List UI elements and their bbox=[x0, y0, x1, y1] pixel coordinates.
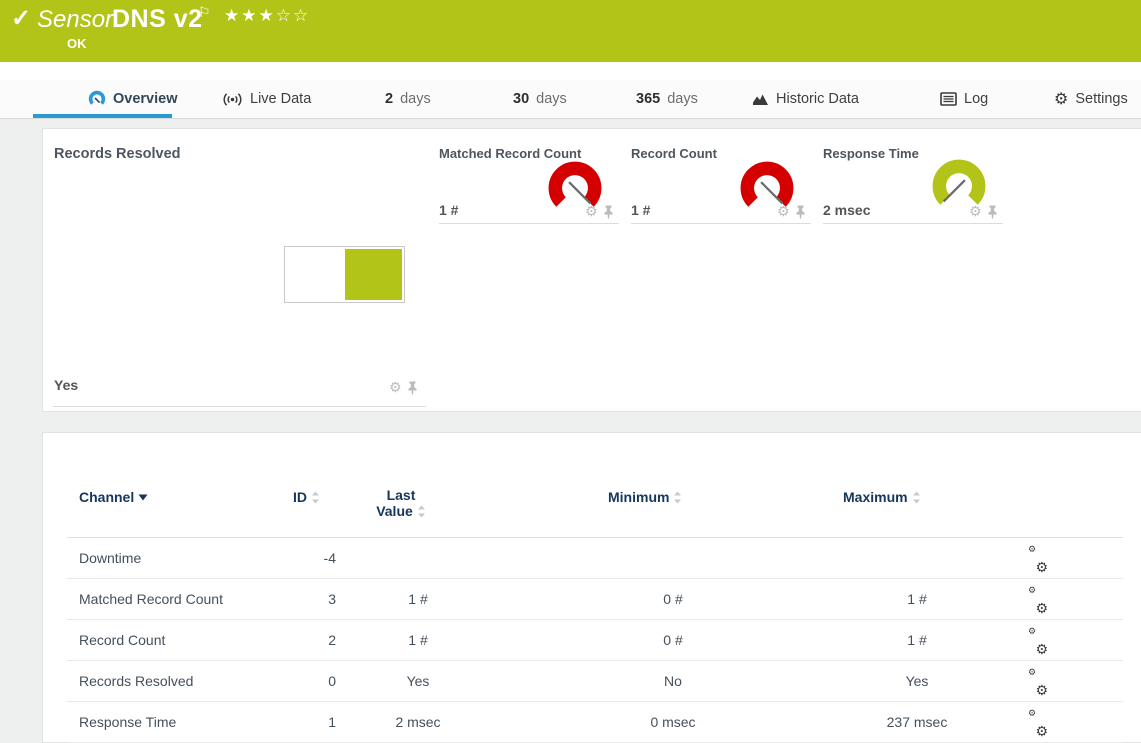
double-gear-icon: ⚙⚙ bbox=[1028, 590, 1048, 609]
cell-last-value: Yes bbox=[348, 661, 488, 701]
table-row[interactable]: Record Count 2 1 # 0 # 1 # ⚙⚙ bbox=[67, 620, 1123, 661]
cell-maximum: Yes bbox=[847, 661, 987, 701]
gauge-underline bbox=[631, 223, 811, 224]
tab-label: Settings bbox=[1075, 91, 1127, 107]
tab-label: Overview bbox=[113, 91, 178, 107]
sensor-type-label: Sensor bbox=[37, 6, 113, 34]
records-resolved-chart bbox=[284, 246, 405, 303]
gear-icon[interactable]: ⚙ bbox=[969, 205, 982, 219]
tab-label: Live Data bbox=[250, 91, 311, 107]
gear-icon[interactable]: ⚙ bbox=[585, 205, 598, 219]
tab-log[interactable]: Log bbox=[940, 80, 988, 118]
cell-id: 3 bbox=[287, 579, 336, 619]
channel-table-panel: Channel ID Last Value Minimum bbox=[42, 432, 1141, 743]
table-row[interactable]: Matched Record Count 3 1 # 0 # 1 # ⚙⚙ bbox=[67, 579, 1123, 620]
chart-green-segment bbox=[345, 249, 402, 300]
overview-panel: Records Resolved Yes ⚙ Matched Record Co… bbox=[42, 128, 1141, 412]
table-row[interactable]: Response Time 1 2 msec 0 msec 237 msec ⚙… bbox=[67, 702, 1123, 743]
status-badge: OK bbox=[67, 36, 87, 51]
cell-channel: Record Count bbox=[79, 620, 165, 660]
cell-minimum: 0 # bbox=[603, 579, 743, 619]
cell-minimum: 0 # bbox=[603, 620, 743, 660]
double-gear-icon: ⚙⚙ bbox=[1028, 713, 1048, 732]
tab-2-days[interactable]: 2days bbox=[385, 80, 431, 118]
gauge-icon bbox=[88, 90, 106, 108]
cell-minimum: 0 msec bbox=[603, 702, 743, 742]
widget-title: Records Resolved bbox=[54, 146, 181, 162]
gauge-title: Record Count bbox=[631, 146, 717, 161]
cell-maximum: 237 msec bbox=[847, 702, 987, 742]
sensor-header: ✓ Sensor DNS v2 ⚐ ★★★☆☆ OK bbox=[0, 0, 1141, 62]
active-tab-indicator bbox=[33, 114, 172, 118]
pin-icon[interactable] bbox=[987, 205, 998, 219]
double-gear-icon: ⚙⚙ bbox=[1028, 549, 1048, 568]
table-row[interactable]: Downtime -4 ⚙⚙ bbox=[67, 538, 1123, 579]
tab-live-data[interactable]: Live Data bbox=[222, 80, 311, 118]
table-row[interactable]: Records Resolved 0 Yes No Yes ⚙⚙ bbox=[67, 661, 1123, 702]
tab-historic-data[interactable]: Historic Data bbox=[752, 80, 859, 118]
pin-icon[interactable] bbox=[795, 205, 806, 219]
cell-id: 2 bbox=[287, 620, 336, 660]
channel-settings-button[interactable]: ⚙⚙ bbox=[1025, 702, 1051, 742]
gauge-title: Response Time bbox=[823, 146, 919, 161]
cell-id: 1 bbox=[287, 702, 336, 742]
tab-overview[interactable]: Overview bbox=[88, 80, 178, 118]
tab-label: Log bbox=[964, 91, 988, 107]
status-ok-icon: ✓ bbox=[11, 4, 31, 33]
cell-channel: Matched Record Count bbox=[79, 579, 223, 619]
cell-channel: Records Resolved bbox=[79, 661, 193, 701]
tab-bar: Overview Live Data 2days 30days 365days … bbox=[0, 80, 1141, 119]
cell-id: -4 bbox=[287, 538, 336, 578]
prtg-sensor-page: ✓ Sensor DNS v2 ⚐ ★★★☆☆ OK Overview Live… bbox=[0, 0, 1141, 743]
double-gear-icon: ⚙⚙ bbox=[1028, 631, 1048, 650]
pin-icon[interactable] bbox=[603, 205, 614, 219]
tab-settings[interactable]: ⚙ Settings bbox=[1054, 80, 1128, 118]
log-icon bbox=[940, 92, 957, 106]
flag-icon[interactable]: ⚐ bbox=[198, 4, 211, 21]
cell-last-value: 1 # bbox=[348, 579, 488, 619]
cell-last-value: 1 # bbox=[348, 620, 488, 660]
gauge-value: 2 msec bbox=[823, 202, 870, 218]
pin-icon[interactable] bbox=[407, 381, 418, 395]
gear-icon[interactable]: ⚙ bbox=[389, 381, 402, 395]
tab-label: Historic Data bbox=[776, 91, 859, 107]
gauge-underline bbox=[439, 223, 619, 224]
gear-icon: ⚙ bbox=[1054, 91, 1068, 107]
priority-stars[interactable]: ★★★☆☆ bbox=[224, 6, 310, 26]
area-chart-icon bbox=[752, 92, 769, 106]
cell-maximum: 1 # bbox=[847, 620, 987, 660]
cell-channel: Downtime bbox=[79, 538, 141, 578]
double-gear-icon: ⚙⚙ bbox=[1028, 672, 1048, 691]
channel-rows: Downtime -4 ⚙⚙ Matched Record Count 3 1 … bbox=[43, 433, 1141, 742]
sensor-title: DNS v2 bbox=[112, 5, 203, 34]
tab-365-days[interactable]: 365days bbox=[636, 80, 698, 118]
cell-last-value: 2 msec bbox=[348, 702, 488, 742]
widget-value: Yes bbox=[54, 377, 78, 393]
gauge-value: 1 # bbox=[439, 202, 458, 218]
widget-underline bbox=[53, 406, 426, 407]
gauge-underline bbox=[823, 223, 1003, 224]
cell-minimum: No bbox=[603, 661, 743, 701]
gauge-value: 1 # bbox=[631, 202, 650, 218]
cell-maximum: 1 # bbox=[847, 579, 987, 619]
cell-id: 0 bbox=[287, 661, 336, 701]
gear-icon[interactable]: ⚙ bbox=[777, 205, 790, 219]
cell-channel: Response Time bbox=[79, 702, 176, 742]
broadcast-icon bbox=[222, 92, 243, 107]
tab-30-days[interactable]: 30days bbox=[513, 80, 567, 118]
